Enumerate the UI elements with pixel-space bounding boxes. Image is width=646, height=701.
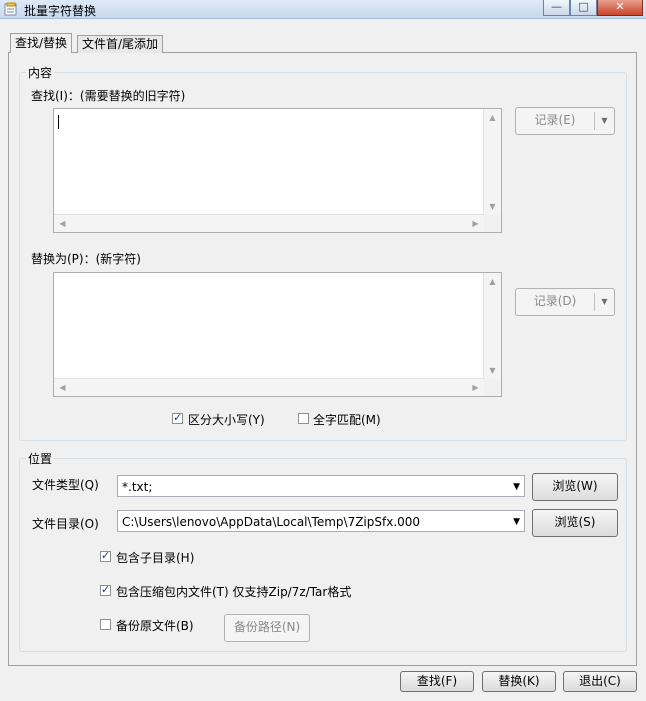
file-dir-combo[interactable]: C:\Users\lenovo\AppData\Local\Temp\7ZipS… <box>117 510 525 532</box>
app-icon <box>4 2 17 16</box>
chevron-down-icon[interactable]: ▼ <box>594 112 614 130</box>
backup-path-button[interactable]: 备份路径(N) <box>224 614 310 642</box>
maximize-button[interactable]: □ <box>570 0 597 16</box>
minimize-icon: — <box>551 0 562 13</box>
file-type-value: *.txt; <box>122 480 153 494</box>
tab-find-replace[interactable]: 查找/替换 <box>10 33 73 53</box>
replace-history-label: 记录(D) <box>533 294 577 308</box>
case-sensitive-label[interactable]: 区分大小写(Y) <box>188 411 265 428</box>
scroll-right-icon[interactable]: ▶ <box>467 379 484 396</box>
scroll-left-icon[interactable]: ◀ <box>54 379 71 396</box>
chevron-down-icon[interactable]: ▼ <box>594 293 614 311</box>
whole-word-checkbox[interactable] <box>298 413 309 424</box>
browse-type-button[interactable]: 浏览(W) <box>532 473 618 501</box>
file-type-label: 文件类型(Q) <box>32 478 99 492</box>
find-button[interactable]: 查找(F) <box>400 671 474 692</box>
location-legend: 位置 <box>28 452 53 466</box>
scroll-down-icon[interactable]: ▼ <box>484 362 501 379</box>
chevron-down-icon[interactable]: ▼ <box>513 476 520 498</box>
find-history-button[interactable]: 记录(E) ▼ <box>515 107 615 135</box>
include-archives-label[interactable]: 包含压缩包内文件(T) 仅支持Zip/7z/Tar格式 <box>116 583 351 600</box>
replace-label: 替换为(P)：(新字符) <box>31 252 141 266</box>
include-subdirs-label[interactable]: 包含子目录(H) <box>116 549 194 566</box>
find-textarea[interactable]: ▲ ▼ ◀ ▶ <box>53 108 502 233</box>
replace-vertical-scrollbar[interactable]: ▲ ▼ <box>483 273 501 379</box>
window-title: 批量字符替换 <box>24 4 97 18</box>
replace-horizontal-scrollbar[interactable]: ◀ ▶ <box>54 378 484 396</box>
find-history-label: 记录(E) <box>534 113 576 127</box>
file-dir-value: C:\Users\lenovo\AppData\Local\Temp\7ZipS… <box>122 515 421 529</box>
file-type-combo[interactable]: *.txt; ▼ <box>117 475 525 497</box>
text-caret <box>58 115 59 129</box>
replace-history-button[interactable]: 记录(D) ▼ <box>515 288 615 316</box>
file-dir-label: 文件目录(O) <box>32 517 99 531</box>
tab-file-head-tail[interactable]: 文件首/尾添加 <box>77 35 164 53</box>
case-sensitive-checkbox[interactable] <box>172 411 183 424</box>
chevron-down-icon[interactable]: ▼ <box>513 511 520 533</box>
minimize-button[interactable]: — <box>543 0 570 16</box>
close-button[interactable]: ✕ <box>597 0 643 16</box>
include-archives-checkbox[interactable] <box>100 583 111 596</box>
scroll-left-icon[interactable]: ◀ <box>54 215 71 232</box>
find-horizontal-scrollbar[interactable]: ◀ ▶ <box>54 214 484 232</box>
find-vertical-scrollbar[interactable]: ▲ ▼ <box>483 109 501 215</box>
close-icon: ✕ <box>615 0 625 13</box>
backup-checkbox[interactable] <box>100 619 111 630</box>
exit-button[interactable]: 退出(C) <box>563 671 637 692</box>
whole-word-label[interactable]: 全字匹配(M) <box>313 411 381 428</box>
include-subdirs-checkbox[interactable] <box>100 549 111 562</box>
replace-button[interactable]: 替换(K) <box>482 671 556 692</box>
replace-textarea[interactable]: ▲ ▼ ◀ ▶ <box>53 272 502 397</box>
browse-dir-button[interactable]: 浏览(S) <box>532 509 618 537</box>
maximize-icon: □ <box>578 0 589 13</box>
scroll-down-icon[interactable]: ▼ <box>484 198 501 215</box>
scroll-up-icon[interactable]: ▲ <box>484 273 501 290</box>
scroll-right-icon[interactable]: ▶ <box>467 215 484 232</box>
scroll-up-icon[interactable]: ▲ <box>484 109 501 126</box>
find-label: 查找(I)：(需要替换的旧字符) <box>31 89 186 103</box>
content-legend: 内容 <box>28 66 53 80</box>
backup-label[interactable]: 备份原文件(B) <box>116 617 194 634</box>
scroll-corner <box>484 379 501 396</box>
scroll-corner <box>484 215 501 232</box>
